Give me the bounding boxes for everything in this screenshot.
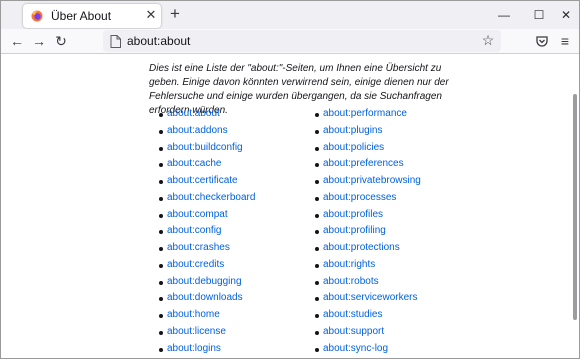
about-link[interactable]: about:privatebrowsing — [323, 175, 421, 186]
list-item: about:buildconfig — [158, 140, 255, 157]
about-link[interactable]: about:certificate — [167, 175, 238, 186]
about-link[interactable]: about:home — [167, 309, 220, 320]
firefox-icon — [31, 10, 43, 22]
close-window-button[interactable]: ✕ — [548, 1, 579, 29]
list-item: about:debugging — [158, 274, 255, 291]
about-link[interactable]: about:crashes — [167, 242, 230, 253]
list-item: about:processes — [315, 190, 421, 207]
about-link[interactable]: about:license — [167, 326, 226, 337]
about-link[interactable]: about:protections — [323, 242, 400, 253]
list-item: about:certificate — [158, 173, 255, 190]
about-link[interactable]: about:config — [167, 225, 222, 236]
close-tab-icon[interactable]: ✕ — [144, 8, 158, 22]
about-link[interactable]: about:plugins — [323, 125, 383, 136]
about-link[interactable]: about:about — [167, 108, 220, 119]
list-item: about:downloads — [158, 290, 255, 307]
about-link[interactable]: about:buildconfig — [167, 142, 243, 153]
page-content: Dies ist eine Liste der "about:"-Seiten,… — [1, 53, 579, 358]
list-item: about:plugins — [315, 123, 421, 140]
tab-strip: Über About ✕ + — ☐ ✕ — [1, 1, 579, 30]
tab-ueber-about[interactable]: Über About ✕ — [23, 4, 161, 28]
list-item: about:cache — [158, 156, 255, 173]
page-icon — [110, 35, 121, 48]
about-link[interactable]: about:profiling — [323, 225, 386, 236]
about-link[interactable]: about:studies — [323, 309, 383, 320]
about-link[interactable]: about:sync-log — [323, 343, 388, 354]
list-item: about:policies — [315, 140, 421, 157]
vertical-scrollbar[interactable] — [573, 94, 577, 320]
list-item: about:credits — [158, 257, 255, 274]
new-tab-button[interactable]: + — [167, 5, 183, 22]
about-link[interactable]: about:robots — [323, 276, 379, 287]
about-link[interactable]: about:addons — [167, 125, 228, 136]
about-link[interactable]: about:compat — [167, 209, 228, 220]
about-link[interactable]: about:downloads — [167, 292, 243, 303]
list-item: about:sync-log — [315, 341, 421, 358]
browser-window: Über About ✕ + — ☐ ✕ ← → ↻ about:about ☆… — [0, 0, 580, 359]
list-item: about:robots — [315, 274, 421, 291]
list-item: about:checkerboard — [158, 190, 255, 207]
list-item: about:addons — [158, 123, 255, 140]
about-link[interactable]: about:performance — [323, 108, 407, 119]
about-link[interactable]: about:profiles — [323, 209, 383, 220]
list-item: about:license — [158, 324, 255, 341]
list-item: about:performance — [315, 106, 421, 123]
about-link[interactable]: about:logins — [167, 343, 221, 354]
list-item: about:home — [158, 307, 255, 324]
list-item: about:protections — [315, 240, 421, 257]
link-list-left: about:about about:addons about:buildconf… — [158, 106, 255, 358]
about-link[interactable]: about:credits — [167, 259, 224, 270]
about-link[interactable]: about:processes — [323, 192, 396, 203]
link-list-right: about:performance about:plugins about:po… — [315, 106, 421, 358]
app-menu-button[interactable]: ≡ — [557, 33, 573, 49]
list-item: about:profiling — [315, 223, 421, 240]
address-bar[interactable]: about:about ☆ — [103, 30, 501, 52]
about-link[interactable]: about:debugging — [167, 276, 242, 287]
list-item: about:rights — [315, 257, 421, 274]
list-item: about:support — [315, 324, 421, 341]
list-item: about:crashes — [158, 240, 255, 257]
list-item: about:profiles — [315, 207, 421, 224]
about-link[interactable]: about:rights — [323, 259, 375, 270]
list-item: about:config — [158, 223, 255, 240]
list-item: about:preferences — [315, 156, 421, 173]
list-item: about:serviceworkers — [315, 290, 421, 307]
about-link[interactable]: about:policies — [323, 142, 384, 153]
pocket-icon[interactable] — [534, 33, 550, 49]
bookmark-star-icon[interactable]: ☆ — [480, 32, 496, 48]
list-item: about:studies — [315, 307, 421, 324]
list-item: about:about — [158, 106, 255, 123]
reload-button[interactable]: ↻ — [53, 33, 69, 49]
about-link[interactable]: about:preferences — [323, 158, 404, 169]
list-item: about:compat — [158, 207, 255, 224]
forward-button[interactable]: → — [31, 33, 47, 49]
back-button[interactable]: ← — [9, 33, 25, 49]
about-link[interactable]: about:serviceworkers — [323, 292, 417, 303]
about-link[interactable]: about:cache — [167, 158, 222, 169]
about-link[interactable]: about:checkerboard — [167, 192, 255, 203]
minimize-button[interactable]: — — [486, 1, 522, 29]
tab-title: Über About — [51, 9, 112, 23]
list-item: about:privatebrowsing — [315, 173, 421, 190]
about-link[interactable]: about:support — [323, 326, 384, 337]
navigation-toolbar: ← → ↻ about:about ☆ ≡ — [1, 29, 579, 53]
url-text[interactable]: about:about — [127, 34, 190, 48]
list-item: about:logins — [158, 341, 255, 358]
